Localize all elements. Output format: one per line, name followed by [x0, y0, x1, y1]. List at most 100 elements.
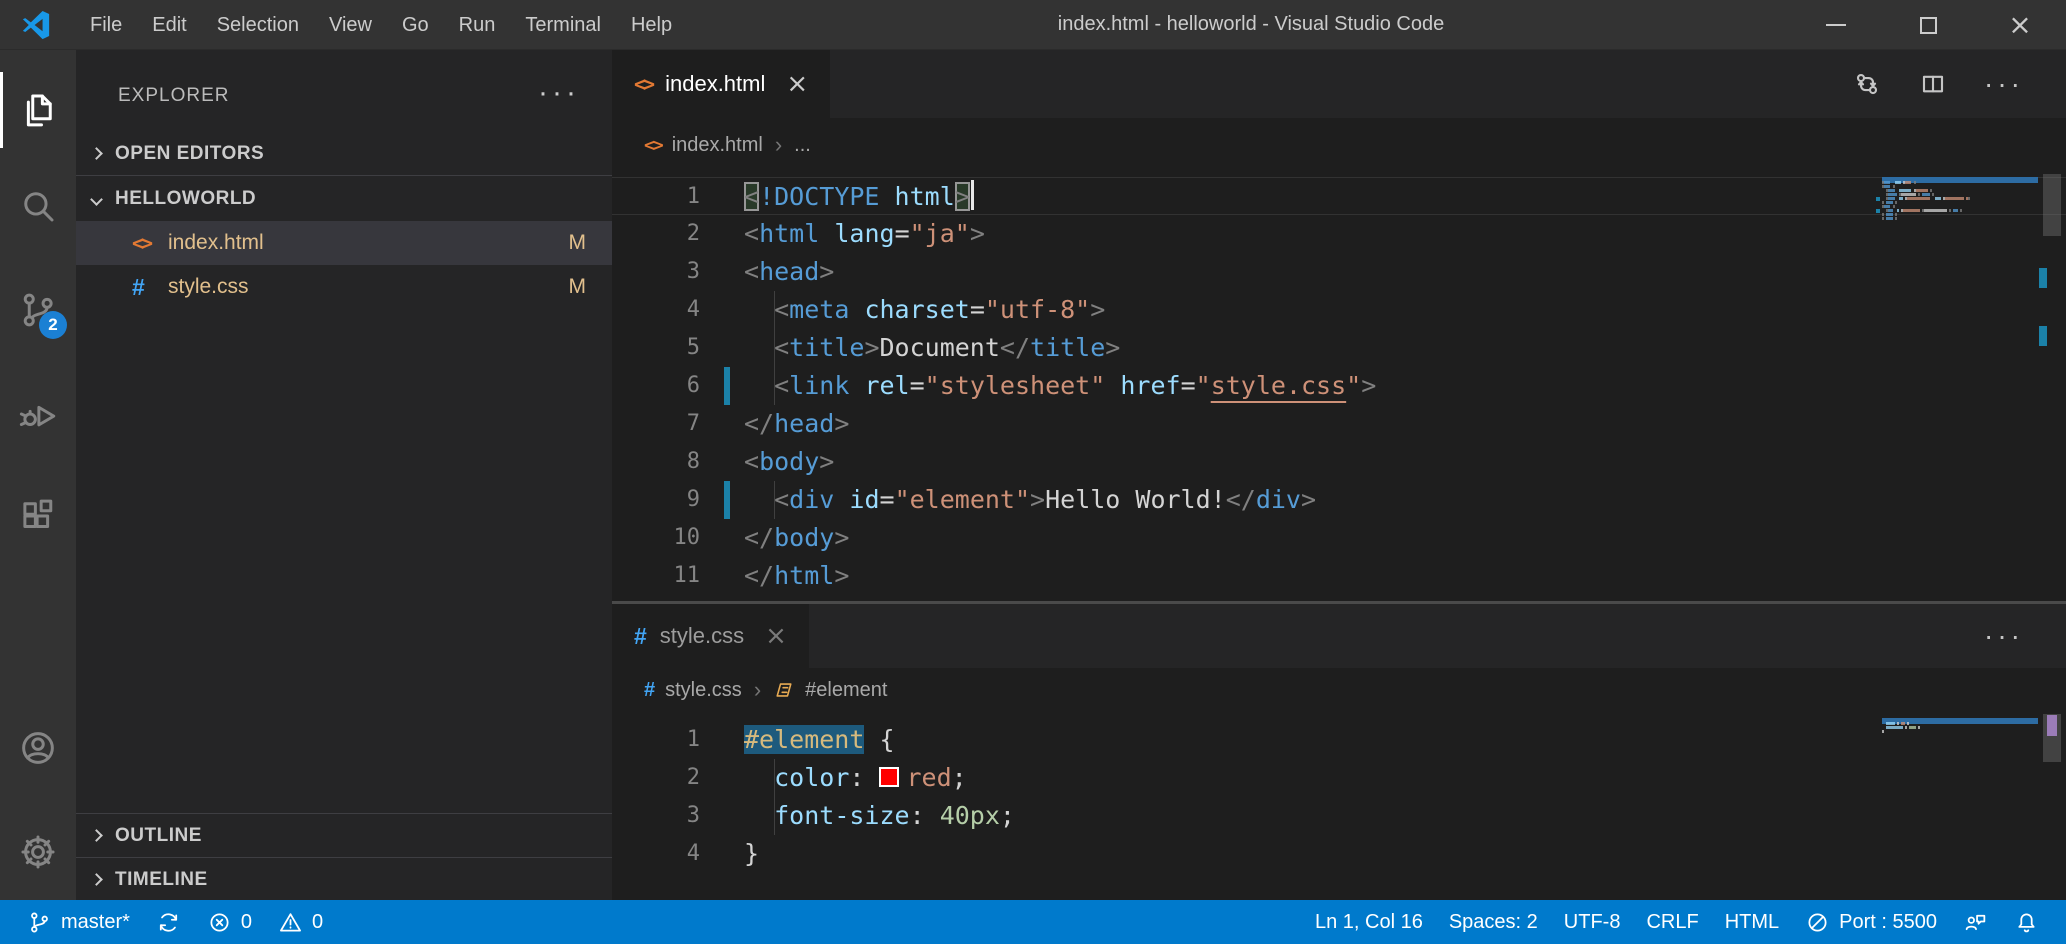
minimize-button[interactable] [1790, 0, 1882, 50]
status-indentation[interactable]: Spaces: 2 [1436, 900, 1551, 944]
split-editor-icon [1918, 69, 1948, 99]
status-language-mode[interactable]: HTML [1712, 900, 1792, 944]
tab-close-icon[interactable]: × [765, 621, 787, 651]
more-actions-icon[interactable]: ··· [1984, 74, 2024, 94]
status-encoding[interactable]: UTF-8 [1551, 900, 1634, 944]
title-bar: FileEditSelectionViewGoRunTerminalHelp i… [0, 0, 2066, 50]
split-editor-button[interactable] [1918, 69, 1948, 99]
code-line-1[interactable]: 1<!DOCTYPE html> [612, 177, 2066, 215]
code-line-7[interactable]: 7</head> [612, 405, 2066, 443]
line-number: 4 [612, 835, 700, 873]
activity-run-debug[interactable] [0, 376, 76, 452]
minimap-token [1888, 189, 1894, 192]
open-changes-button[interactable] [1852, 69, 1882, 99]
tab-style-css[interactable]: #style.css× [612, 604, 809, 668]
menu-terminal[interactable]: Terminal [510, 0, 616, 50]
activity-explorer[interactable] [0, 72, 76, 148]
minimap-token [1922, 193, 1931, 196]
activity-source-control[interactable]: 2 [0, 272, 76, 348]
html-file-icon: <> [644, 135, 662, 156]
code-line-6[interactable]: 6 <link rel="stylesheet" href="style.css… [612, 367, 2066, 405]
run-debug-icon [17, 393, 59, 435]
status-eol[interactable]: CRLF [1633, 900, 1711, 944]
section-folder-helloworld[interactable]: HELLOWORLD [76, 177, 612, 221]
code-line-8[interactable]: 8<body> [612, 443, 2066, 481]
code-editor-2[interactable]: 1#element {2 color: red;3 font-size: 40p… [612, 712, 2066, 900]
breadcrumb-item[interactable]: ... [794, 134, 811, 157]
code-line-2[interactable]: 2<html lang="ja"> [612, 215, 2066, 253]
menu-file[interactable]: File [75, 0, 137, 50]
activity-settings[interactable] [0, 814, 76, 890]
line-number: 3 [612, 797, 700, 835]
tab-close-icon[interactable]: × [786, 69, 808, 99]
menu-selection[interactable]: Selection [202, 0, 314, 50]
minimap-line [1882, 217, 2038, 221]
code-editor-1[interactable]: 1<!DOCTYPE html>2<html lang="ja">3<head>… [612, 172, 2066, 601]
chevron-right-icon [90, 873, 103, 886]
sidebar-more-actions-button[interactable]: ··· [538, 74, 580, 118]
status-git-branch[interactable]: master* [14, 900, 143, 944]
status-errors[interactable]: 0 [194, 900, 265, 944]
minimap-token [1888, 197, 1894, 200]
activity-extensions[interactable] [0, 478, 76, 554]
minimap[interactable] [1882, 177, 2038, 225]
activity-account[interactable] [0, 710, 76, 786]
gutter [700, 405, 744, 443]
minimap-token [1916, 189, 1929, 192]
scrollbar[interactable] [2038, 172, 2066, 601]
code-line-1[interactable]: 1#element { [612, 721, 2066, 759]
activity-search[interactable] [0, 168, 76, 244]
breadcrumb-item[interactable]: style.css [665, 679, 742, 702]
minimap-token [1886, 201, 1892, 204]
file-style-css[interactable]: #style.cssM [76, 265, 612, 309]
gutter [700, 291, 744, 329]
status-feedback[interactable] [1950, 900, 2001, 944]
code-line-10[interactable]: 10</body> [612, 519, 2066, 557]
minimap-token [1895, 217, 1897, 220]
tab-index-html[interactable]: <>index.html× [612, 50, 830, 118]
section-open-editors[interactable]: OPEN EDITORS [76, 132, 612, 176]
code-line-5[interactable]: 5 <title>Document</title> [612, 329, 2066, 367]
gear-icon [17, 831, 59, 873]
menu-run[interactable]: Run [444, 0, 511, 50]
breadcrumb-item[interactable]: #element [805, 679, 887, 702]
minimap-token [1886, 722, 1895, 725]
menu-view[interactable]: View [314, 0, 387, 50]
code-text: <title>Document</title> [744, 329, 1120, 367]
code-line-11[interactable]: 11</html> [612, 557, 2066, 595]
code-line-4[interactable]: 4} [612, 835, 2066, 873]
section-outline[interactable]: OUTLINE [76, 813, 612, 857]
breadcrumb-separator: › [773, 132, 784, 158]
status-live-server-port[interactable]: Port : 5500 [1792, 900, 1950, 944]
status-notifications[interactable] [2001, 900, 2052, 944]
file-index-html[interactable]: <>index.htmlM [76, 221, 612, 265]
close-button[interactable]: × [1974, 0, 2066, 50]
code-line-2[interactable]: 2 color: red; [612, 759, 2066, 797]
status-text: Spaces: 2 [1449, 911, 1538, 934]
minimap-token [1909, 726, 1915, 729]
status-sync[interactable] [143, 900, 194, 944]
minimap-token [1949, 209, 1951, 212]
status-cursor-position[interactable]: Ln 1, Col 16 [1302, 900, 1436, 944]
breadcrumb-separator: › [752, 677, 763, 703]
status-bar-left: master* 00 [14, 900, 336, 944]
scrollbar-thumb[interactable] [2043, 174, 2061, 236]
minimap[interactable] [1882, 718, 2038, 738]
code-line-3[interactable]: 3 font-size: 40px; [612, 797, 2066, 835]
section-timeline[interactable]: TIMELINE [76, 857, 612, 901]
menu-go[interactable]: Go [387, 0, 444, 50]
code-line-4[interactable]: 4 <meta charset="utf-8"> [612, 291, 2066, 329]
more-actions-icon[interactable]: ··· [1984, 626, 2024, 646]
code-line-3[interactable]: 3<head> [612, 253, 2066, 291]
status-text: master* [61, 911, 130, 934]
breadcrumb-1: <> index.html ›... [612, 118, 2066, 172]
minimize-icon [1826, 24, 1846, 26]
status-warnings[interactable]: 0 [265, 900, 336, 944]
maximize-button[interactable] [1882, 0, 1974, 50]
menu-help[interactable]: Help [616, 0, 687, 50]
breadcrumb-item[interactable]: index.html [672, 134, 763, 157]
code-line-9[interactable]: 9 <div id="element">Hello World!</div> [612, 481, 2066, 519]
menu-edit[interactable]: Edit [137, 0, 201, 50]
color-swatch-red[interactable] [879, 767, 899, 787]
scrollbar[interactable] [2038, 712, 2066, 900]
